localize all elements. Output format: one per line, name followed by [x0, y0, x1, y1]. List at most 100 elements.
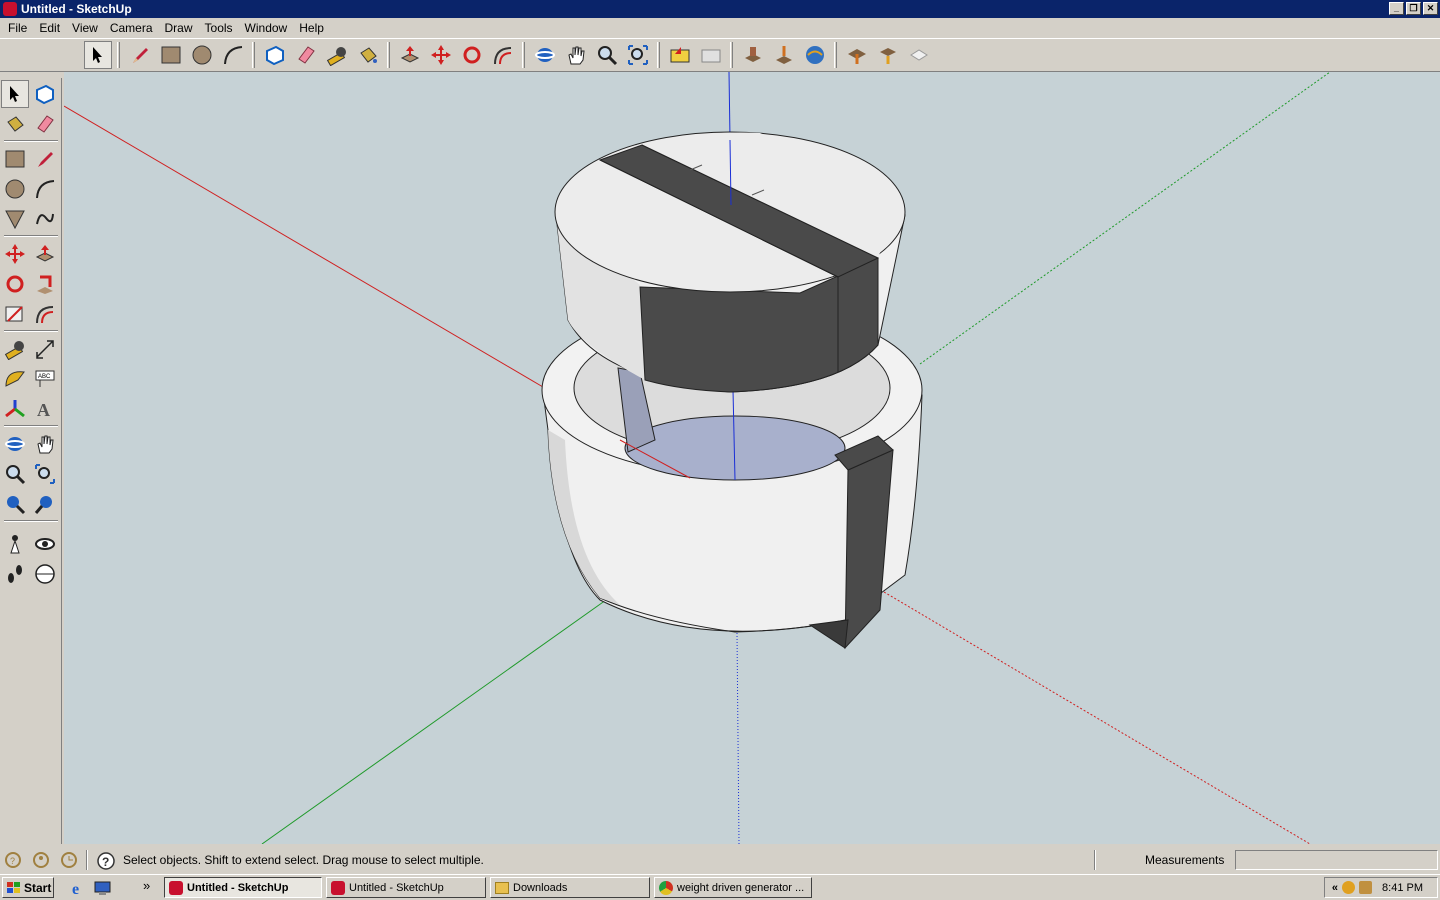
- next-view-icon[interactable]: [697, 41, 725, 69]
- next-view-tool-icon[interactable]: [31, 490, 59, 518]
- move-icon[interactable]: [427, 41, 455, 69]
- measurements-input[interactable]: [1235, 850, 1438, 870]
- paint-bucket-tool-icon[interactable]: [1, 110, 29, 138]
- export-icon[interactable]: [905, 41, 933, 69]
- tape-measure-icon[interactable]: [323, 41, 351, 69]
- components-icon[interactable]: [874, 41, 902, 69]
- menu-window[interactable]: Window: [239, 21, 294, 35]
- orbit-icon[interactable]: [531, 41, 559, 69]
- paint-bucket-icon[interactable]: [354, 41, 382, 69]
- rotate-tool-icon[interactable]: [1, 270, 29, 298]
- zoom-extents-tool-icon[interactable]: [31, 460, 59, 488]
- tray-update-icon[interactable]: [1342, 881, 1356, 894]
- make-component-tool-icon[interactable]: [31, 80, 59, 108]
- make-component-icon[interactable]: [261, 41, 289, 69]
- share-model-icon[interactable]: [801, 41, 829, 69]
- protractor-tool-icon[interactable]: [1, 365, 29, 393]
- arc-tool-icon[interactable]: [31, 175, 59, 203]
- internet-explorer-icon[interactable]: e: [70, 879, 88, 900]
- menu-edit[interactable]: Edit: [33, 21, 66, 35]
- move-tool-icon[interactable]: [1, 240, 29, 268]
- section-plane-tool-icon[interactable]: [31, 560, 59, 588]
- status-bar: ? ? Select objects. Shift to extend sele…: [0, 847, 1440, 873]
- pan-tool-icon[interactable]: [31, 430, 59, 458]
- tape-measure-tool-icon[interactable]: [1, 335, 29, 363]
- svg-text:e: e: [72, 881, 79, 897]
- place-model-icon[interactable]: [770, 41, 798, 69]
- task-sketchup-2[interactable]: Untitled - SketchUp: [326, 877, 486, 898]
- start-label: Start: [24, 880, 52, 895]
- select-tool-icon[interactable]: [1, 80, 29, 108]
- rectangle-tool-icon[interactable]: [1, 145, 29, 173]
- walk-tool-icon[interactable]: [1, 560, 29, 588]
- model-viewport[interactable]: [64, 72, 1440, 844]
- tray-users-icon[interactable]: [1359, 881, 1373, 894]
- menu-camera[interactable]: Camera: [104, 21, 159, 35]
- pan-icon[interactable]: [562, 41, 590, 69]
- eraser-icon[interactable]: [292, 41, 320, 69]
- zoom-tool-icon[interactable]: [1, 460, 29, 488]
- system-tray: « 8:41 PM: [1324, 877, 1438, 898]
- start-button[interactable]: Start: [2, 877, 54, 898]
- axes-tool-icon[interactable]: [1, 395, 29, 423]
- offset-icon[interactable]: [489, 41, 517, 69]
- tray-expand-icon[interactable]: «: [1332, 882, 1338, 894]
- menu-file[interactable]: File: [2, 21, 33, 35]
- scene-canvas: [64, 72, 1331, 844]
- minimize-button[interactable]: _: [1389, 2, 1404, 15]
- orbit-tool-icon[interactable]: [1, 430, 29, 458]
- task-chrome[interactable]: weight driven generator ...: [654, 877, 812, 898]
- 3d-text-tool-icon[interactable]: A: [31, 395, 59, 423]
- look-around-tool-icon[interactable]: [31, 530, 59, 558]
- red-axis: [64, 105, 544, 388]
- zoom-extents-icon[interactable]: [624, 41, 652, 69]
- get-models-icon[interactable]: [739, 41, 767, 69]
- show-desktop-icon[interactable]: [94, 880, 112, 899]
- scale-tool-icon[interactable]: [1, 300, 29, 328]
- menu-view[interactable]: View: [66, 21, 104, 35]
- sketchup-task-icon: [169, 880, 183, 895]
- circle-icon[interactable]: [188, 41, 216, 69]
- close-button[interactable]: ✕: [1423, 2, 1438, 15]
- pencil-tool-icon[interactable]: [31, 145, 59, 173]
- chrome-icon: [659, 880, 673, 895]
- help-icon[interactable]: ?: [96, 851, 116, 874]
- task-downloads[interactable]: Downloads: [490, 877, 650, 898]
- restore-button[interactable]: ❐: [1406, 2, 1421, 15]
- follow-me-tool-icon[interactable]: [31, 270, 59, 298]
- tray-clock[interactable]: 8:41 PM: [1382, 882, 1423, 894]
- offset-tool-icon[interactable]: [31, 300, 59, 328]
- pencil-icon[interactable]: [126, 41, 154, 69]
- folder-icon: [495, 881, 509, 894]
- arc-icon[interactable]: [219, 41, 247, 69]
- windows-logo-icon: [7, 881, 20, 893]
- geo-location-icon[interactable]: ?: [4, 851, 22, 872]
- measurements-label: Measurements: [1145, 853, 1225, 867]
- menu-tools[interactable]: Tools: [199, 21, 239, 35]
- polygon-tool-icon[interactable]: [1, 205, 29, 233]
- window-title: Untitled - SketchUp: [21, 2, 132, 16]
- previous-view-tool-icon[interactable]: [1, 490, 29, 518]
- push-pull-icon[interactable]: [396, 41, 424, 69]
- dimension-tool-icon[interactable]: [31, 335, 59, 363]
- task-sketchup-1[interactable]: Untitled - SketchUp: [164, 877, 322, 898]
- freehand-tool-icon[interactable]: [31, 205, 59, 233]
- position-camera-tool-icon[interactable]: [1, 530, 29, 558]
- credits-icon[interactable]: [32, 851, 50, 872]
- select-icon[interactable]: [83, 41, 112, 69]
- zoom-icon[interactable]: [593, 41, 621, 69]
- svg-text:ABC: ABC: [38, 374, 51, 380]
- menu-draw[interactable]: Draw: [159, 21, 199, 35]
- text-tool-icon[interactable]: ABC: [31, 365, 59, 393]
- push-pull-tool-icon[interactable]: [31, 240, 59, 268]
- green-axis: [261, 599, 607, 844]
- sign-in-icon[interactable]: [60, 851, 78, 872]
- quicklaunch-chevron-icon[interactable]: »: [143, 878, 150, 893]
- menu-help[interactable]: Help: [293, 21, 330, 35]
- eraser-tool-icon[interactable]: [31, 110, 59, 138]
- previous-view-icon[interactable]: [666, 41, 694, 69]
- rotate-icon[interactable]: [458, 41, 486, 69]
- rectangle-icon[interactable]: [157, 41, 185, 69]
- circle-tool-icon[interactable]: [1, 175, 29, 203]
- add-location-icon[interactable]: [843, 41, 871, 69]
